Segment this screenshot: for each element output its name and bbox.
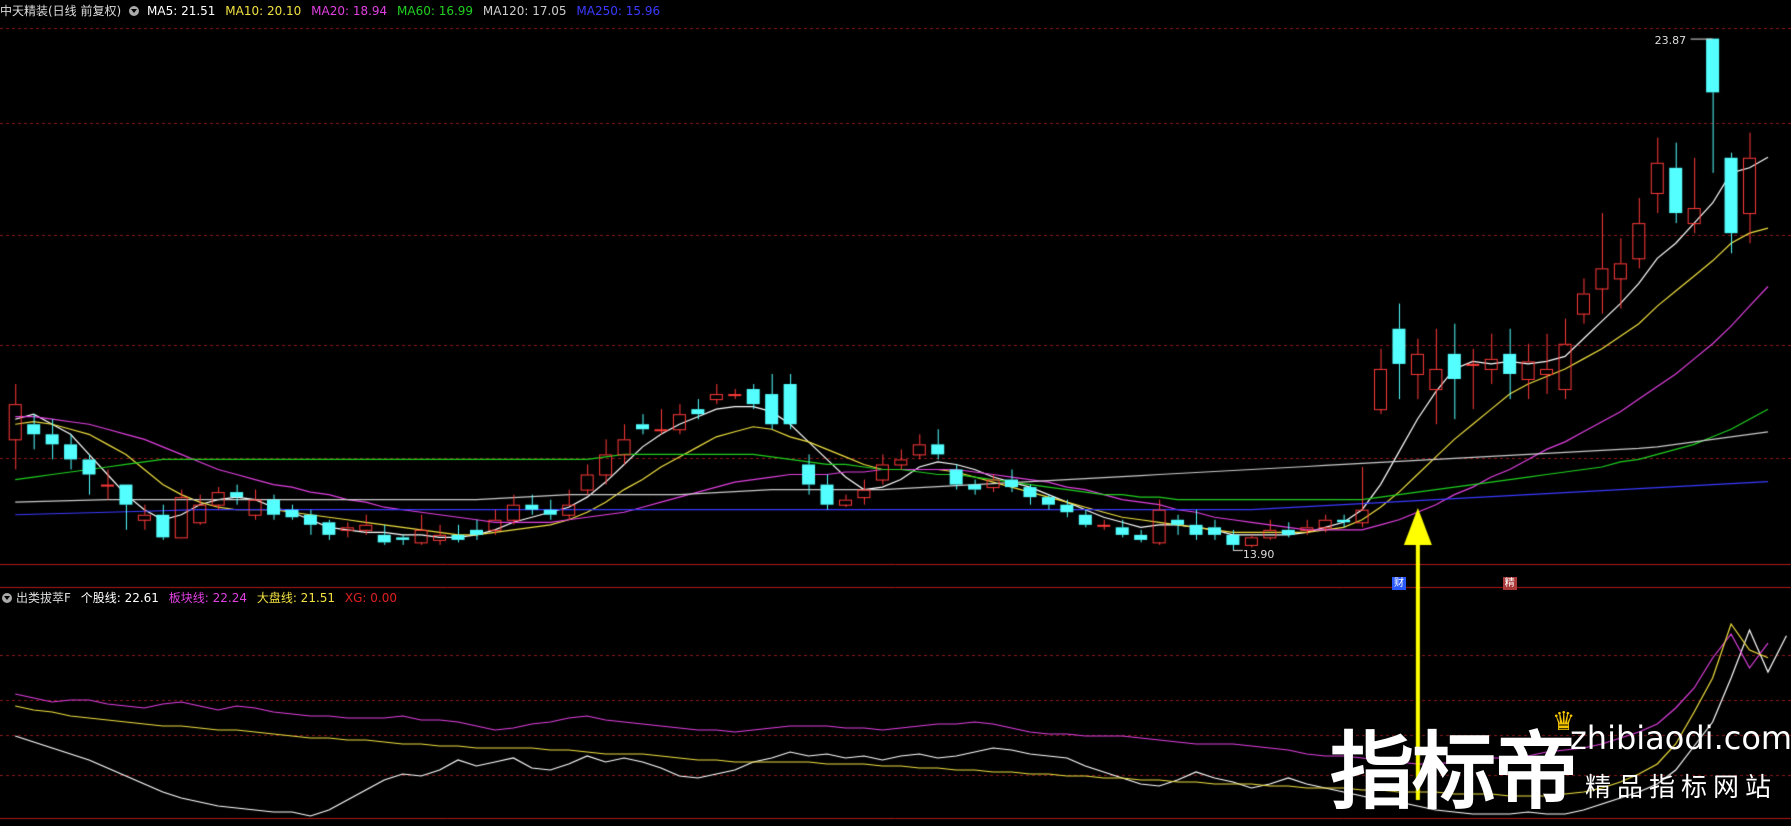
main-chart-legend: 中天精装(日线 前复权) MA5: 21.51 MA10: 20.10 MA20… <box>0 2 666 20</box>
legend-ma120: MA120: 17.05 <box>482 4 567 18</box>
dropdown-icon[interactable] <box>129 6 140 16</box>
legend-ma5: MA5: 21.51 <box>147 4 216 18</box>
watermark-tagline: 精品指标网站 <box>1585 773 1778 803</box>
legend-stock-line: 个股线: 22.61 <box>80 591 159 605</box>
legend-ma250: MA250: 15.96 <box>576 4 661 18</box>
event-marker-finance[interactable]: 财 <box>1391 577 1406 590</box>
legend-xg: XG: 0.00 <box>344 591 397 605</box>
indicator-title: 出类拔萃F <box>16 591 71 605</box>
sub-chart-legend: 出类拔萃F 个股线: 22.61 板块线: 22.24 大盘线: 21.51 X… <box>0 589 403 607</box>
watermark-url: zhibiaodi.com <box>1570 719 1791 757</box>
stock-title: 中天精装(日线 前复权) <box>0 4 122 18</box>
watermark-brand: 指标帝 <box>1330 723 1578 821</box>
legend-market-line: 大盘线: 21.51 <box>256 591 336 605</box>
low-price-label: 13.90 <box>1242 547 1275 561</box>
dropdown-icon[interactable] <box>2 593 12 603</box>
legend-ma60: MA60: 16.99 <box>397 4 474 18</box>
watermark-logo: 指标帝 ♛ zhibiaodi.com 精品指标网站 <box>1330 705 1791 821</box>
candlestick-chart-canvas <box>0 0 1791 822</box>
legend-ma10: MA10: 20.10 <box>225 4 302 18</box>
event-marker-refine[interactable]: 精 <box>1502 577 1517 590</box>
high-price-label: 23.87 <box>1654 33 1687 47</box>
legend-ma20: MA20: 18.94 <box>311 4 388 18</box>
legend-sector-line: 板块线: 22.24 <box>168 591 247 605</box>
